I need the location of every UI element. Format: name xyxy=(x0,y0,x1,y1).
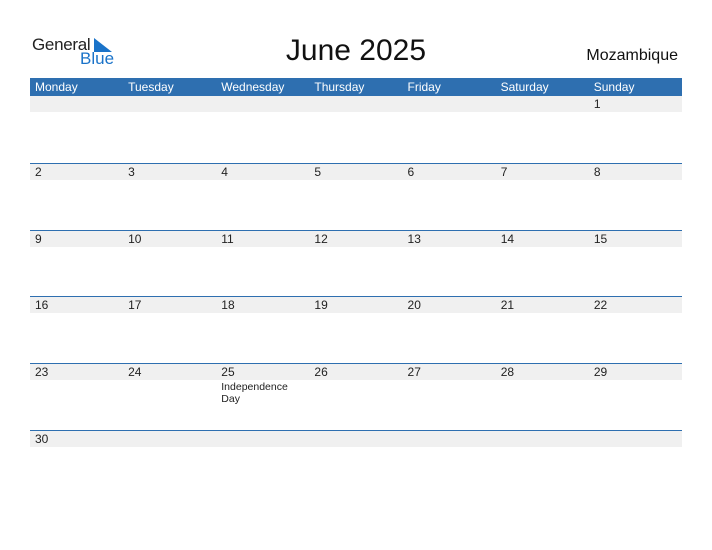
day-cell: 14 xyxy=(496,231,589,297)
calendar-week: 16 17 18 19 20 21 22 xyxy=(30,296,682,363)
day-cell: 1 xyxy=(589,96,682,162)
day-number: 28 xyxy=(500,365,515,379)
day-cell xyxy=(123,431,216,497)
day-cell: 3 xyxy=(123,164,216,230)
day-number: 23 xyxy=(35,365,49,379)
day-cell xyxy=(309,431,402,497)
day-cell xyxy=(309,96,402,162)
day-cell: 12 xyxy=(309,231,402,297)
calendar-week: 23 24 25 Independence Day 26 27 28 29 xyxy=(30,363,682,430)
day-cell: 22 xyxy=(589,297,682,363)
day-number: 8 xyxy=(593,165,601,179)
day-cell: 16 xyxy=(30,297,123,363)
day-cell: 10 xyxy=(123,231,216,297)
day-number: 7 xyxy=(500,165,508,179)
day-number: 27 xyxy=(407,365,421,379)
day-number: 13 xyxy=(407,232,421,246)
day-number: 15 xyxy=(593,232,608,246)
day-cell xyxy=(403,96,496,162)
day-number: 19 xyxy=(314,298,328,312)
day-number: 22 xyxy=(593,298,608,312)
day-cell: 6 xyxy=(403,164,496,230)
day-cell xyxy=(496,431,589,497)
day-cell: 21 xyxy=(496,297,589,363)
day-number: 5 xyxy=(314,165,322,179)
day-cell: 2 xyxy=(30,164,123,230)
day-cell xyxy=(123,96,216,162)
day-number: 10 xyxy=(128,232,142,246)
day-number: 26 xyxy=(314,365,328,379)
weekday-friday: Friday xyxy=(407,80,441,94)
day-number: 16 xyxy=(35,298,49,312)
day-number: 29 xyxy=(593,365,608,379)
calendar-week: 1 xyxy=(30,96,682,163)
day-number: 1 xyxy=(593,97,601,111)
day-cell xyxy=(496,96,589,162)
day-cell: 8 xyxy=(589,164,682,230)
day-number: 14 xyxy=(500,232,515,246)
day-cell: 26 xyxy=(309,364,402,430)
day-number: 20 xyxy=(407,298,421,312)
calendar-week: 9 10 11 12 13 14 15 xyxy=(30,230,682,297)
day-cell xyxy=(216,96,309,162)
weekday-wednesday: Wednesday xyxy=(221,80,285,94)
day-cell: 7 xyxy=(496,164,589,230)
day-cell: 9 xyxy=(30,231,123,297)
day-cell: 13 xyxy=(403,231,496,297)
day-cell xyxy=(30,96,123,162)
day-cell xyxy=(403,431,496,497)
day-number: 30 xyxy=(35,432,49,446)
day-cell: 4 xyxy=(216,164,309,230)
weekday-tuesday: Tuesday xyxy=(128,80,174,94)
day-number: 11 xyxy=(221,232,234,246)
day-number: 9 xyxy=(35,232,42,246)
day-number: 12 xyxy=(314,232,328,246)
day-cell: 11 xyxy=(216,231,309,297)
day-cell: 25 Independence Day xyxy=(216,364,309,430)
day-number: 3 xyxy=(128,165,135,179)
weekday-sunday: Sunday xyxy=(593,80,635,94)
day-cell: 30 xyxy=(30,431,123,497)
day-number: 18 xyxy=(221,298,235,312)
day-cell: 15 xyxy=(589,231,682,297)
day-cell: 27 xyxy=(403,364,496,430)
day-cell: 17 xyxy=(123,297,216,363)
weekday-saturday: Saturday xyxy=(500,80,549,94)
day-cell: 5 xyxy=(309,164,402,230)
day-number: 25 xyxy=(221,365,235,379)
day-cell xyxy=(589,431,682,497)
calendar-week: 2 3 4 5 6 7 8 xyxy=(30,163,682,230)
holiday-label: Independence Day xyxy=(221,381,288,405)
day-number: 21 xyxy=(500,298,515,312)
country-label: Mozambique xyxy=(586,47,678,64)
weekday-thursday: Thursday xyxy=(314,80,365,94)
day-cell xyxy=(216,431,309,497)
day-number: 24 xyxy=(128,365,142,379)
day-cell: 28 xyxy=(496,364,589,430)
day-number: 4 xyxy=(221,165,228,179)
day-cell: 29 xyxy=(589,364,682,430)
day-cell: 20 xyxy=(403,297,496,363)
day-number: 6 xyxy=(407,165,415,179)
day-cell: 23 xyxy=(30,364,123,430)
day-number: 2 xyxy=(35,165,42,179)
weekday-monday: Monday xyxy=(35,80,78,94)
day-cell: 18 xyxy=(216,297,309,363)
day-cell: 19 xyxy=(309,297,402,363)
day-number: 17 xyxy=(128,298,142,312)
day-cell: 24 xyxy=(123,364,216,430)
calendar-week: 30 xyxy=(30,430,682,497)
weekday-header: Monday Tuesday Wednesday Thursday Friday… xyxy=(30,78,682,96)
